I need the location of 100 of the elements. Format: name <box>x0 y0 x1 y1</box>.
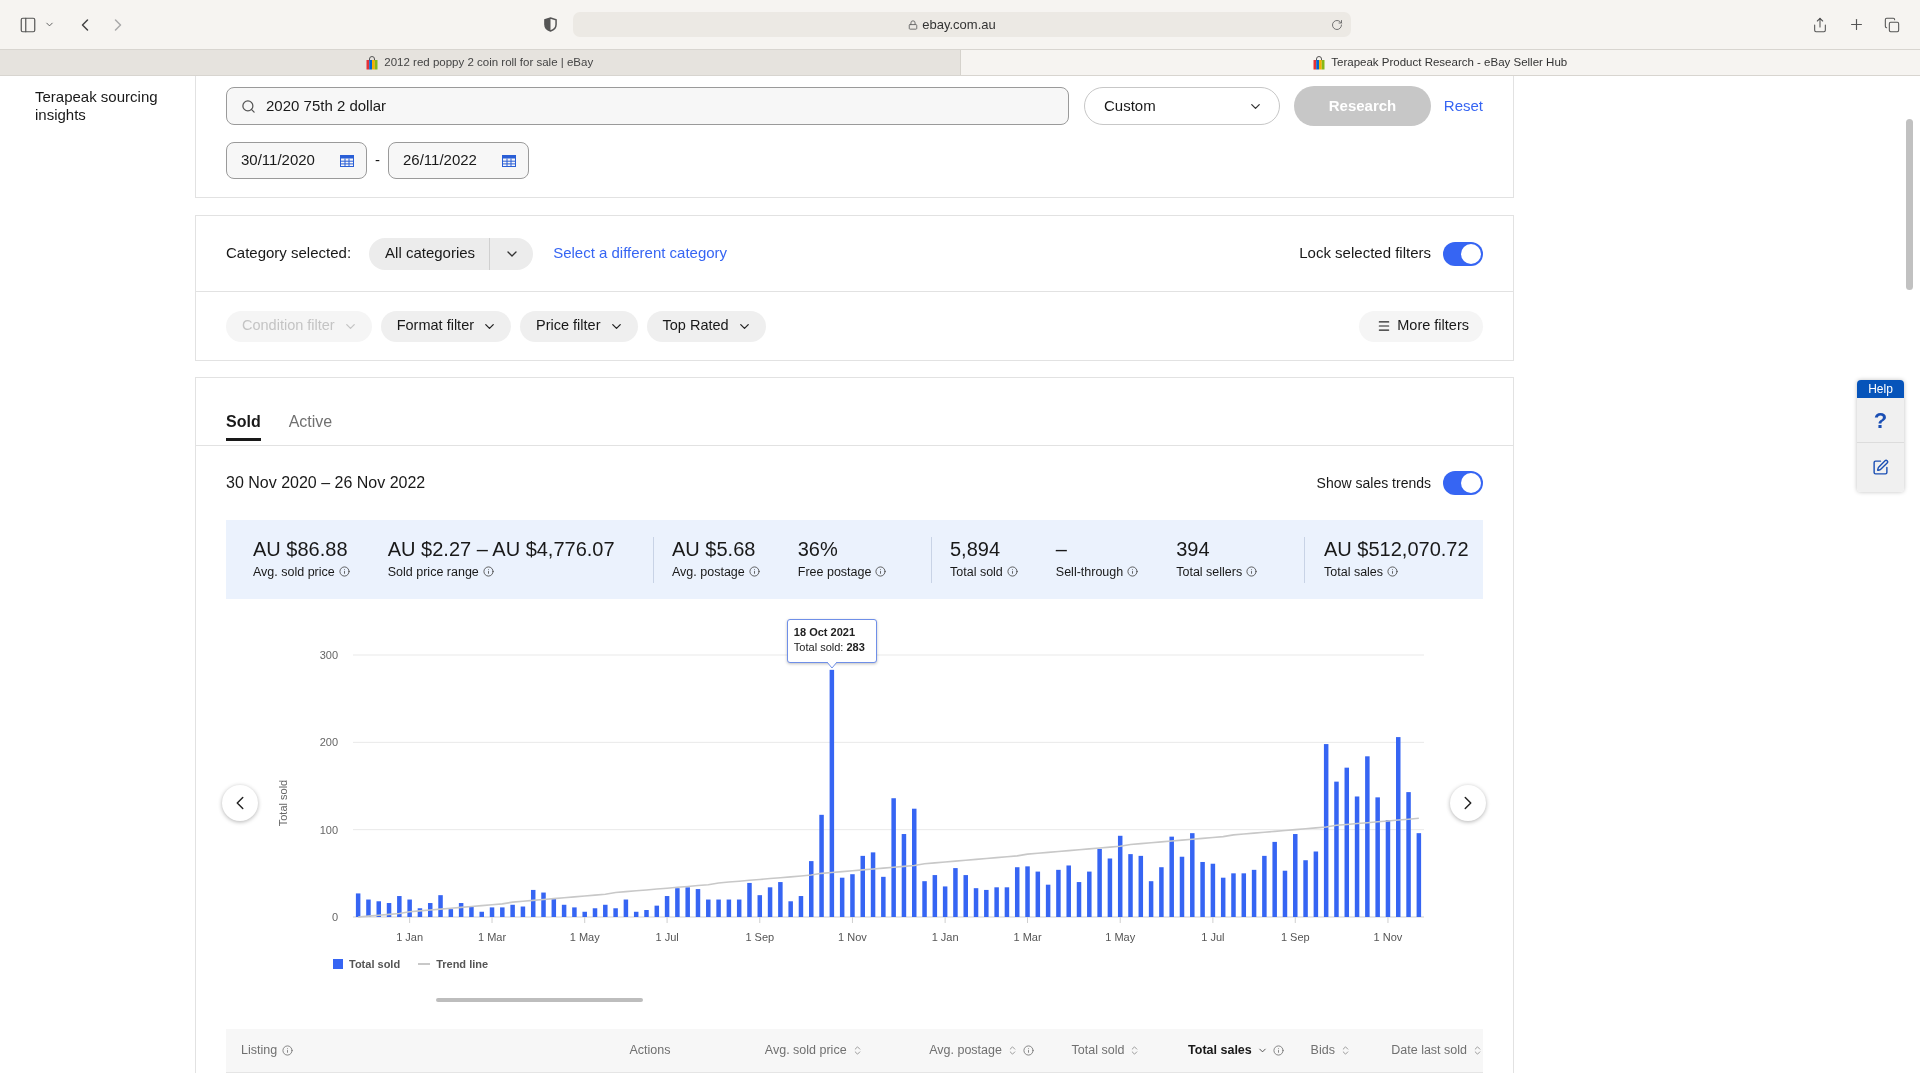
filter-dropdown[interactable]: Price filter <box>520 310 638 342</box>
help-button[interactable]: ? <box>1857 398 1904 443</box>
bar <box>572 907 577 917</box>
results-tab[interactable]: Sold <box>226 412 261 441</box>
bar <box>1045 884 1051 917</box>
category-dropdown[interactable]: All categories <box>369 237 534 270</box>
scrollbar-thumb[interactable] <box>1906 119 1913 290</box>
legend-label: Trend line <box>436 956 489 972</box>
stat-label: Total sellers <box>1176 563 1243 580</box>
bar <box>716 899 721 917</box>
column-header[interactable]: Date last sold <box>1391 1041 1483 1060</box>
legend-line-icon <box>418 963 431 965</box>
info-icon[interactable] <box>1272 1045 1284 1056</box>
bar <box>1097 848 1102 917</box>
info-icon[interactable] <box>748 566 760 577</box>
info-icon[interactable] <box>1387 566 1399 577</box>
axis-title: Total sold <box>277 779 289 827</box>
stat-value: 5,894 <box>950 536 1002 561</box>
chart-scrollbar[interactable] <box>436 998 643 1002</box>
search-field[interactable]: 2020 75th 2 dollar <box>226 87 1069 125</box>
column-header[interactable]: Bids <box>1310 1041 1351 1060</box>
axis-label: 200 <box>319 736 338 749</box>
bar <box>458 903 464 917</box>
bar <box>1200 862 1205 917</box>
sidebar-icon[interactable] <box>19 15 37 34</box>
column-header[interactable]: Total sales <box>1188 1041 1284 1060</box>
bar <box>664 896 670 917</box>
stat-label: Avg. postage <box>672 563 745 580</box>
axis-label: 100 <box>319 823 338 836</box>
stat-value: AU $2.27 – AU $4,776.07 <box>387 536 615 561</box>
stat-value: 36% <box>797 536 839 561</box>
calendar-icon[interactable] <box>340 154 354 167</box>
new-tab-icon[interactable] <box>1848 16 1865 33</box>
stat-label: Sell-through <box>1055 563 1124 580</box>
bar <box>1210 863 1216 917</box>
bar <box>603 904 608 917</box>
bar <box>654 905 660 917</box>
date-field[interactable]: 30/11/2020 <box>226 142 367 179</box>
reset-link[interactable]: Reset <box>1443 94 1483 118</box>
stat-value: – <box>1055 536 1068 561</box>
share-icon[interactable] <box>1812 16 1828 33</box>
axis-label: 1 Sep <box>745 931 775 943</box>
tabs-overview-icon[interactable] <box>1884 16 1900 33</box>
info-icon[interactable] <box>338 566 350 577</box>
address-bar[interactable]: ebay.com.au <box>573 12 1351 37</box>
sort-icon <box>1472 1045 1483 1056</box>
date-field[interactable]: 26/11/2022 <box>388 142 529 179</box>
browser-tab[interactable]: 2012 red poppy 2 coin roll for sale | eBay <box>0 50 961 75</box>
bar <box>675 888 680 917</box>
info-icon[interactable] <box>1246 566 1258 577</box>
toggle-switch[interactable] <box>1443 471 1483 495</box>
bar <box>428 903 433 917</box>
bar <box>994 887 999 917</box>
bar <box>1128 854 1133 917</box>
column-header[interactable]: Avg. sold price <box>764 1041 863 1060</box>
bar <box>376 901 381 917</box>
bar <box>613 908 618 917</box>
bar <box>1004 887 1010 917</box>
bar <box>500 907 505 917</box>
feedback-button[interactable] <box>1857 443 1904 492</box>
info-icon[interactable] <box>1127 566 1139 577</box>
column-header[interactable]: Avg. postage <box>929 1041 1034 1060</box>
toggle-switch[interactable] <box>1443 241 1483 266</box>
bar <box>1087 871 1092 917</box>
bar <box>469 906 474 917</box>
more-filters-button[interactable]: More filters <box>1359 310 1483 342</box>
info-icon[interactable] <box>282 1045 294 1056</box>
calendar-icon[interactable] <box>502 154 516 167</box>
bar <box>1076 882 1082 917</box>
browser-tab[interactable]: Terapeak Product Research - eBay Seller Hub <box>960 50 1920 75</box>
bar <box>1262 855 1267 917</box>
shopping-bag-icon <box>366 55 379 70</box>
tooltip-text: Total sold: 283 <box>793 639 866 655</box>
filter-dropdown[interactable]: Top Rated <box>646 310 766 342</box>
bar <box>984 889 989 917</box>
category-link[interactable]: Select a different category <box>553 242 728 265</box>
reload-icon[interactable] <box>1331 18 1343 31</box>
bar <box>942 886 948 917</box>
stat-value: AU $5.68 <box>672 536 757 561</box>
info-icon[interactable] <box>482 566 494 577</box>
bar <box>1066 865 1071 917</box>
date-range-dropdown[interactable]: Custom <box>1084 87 1280 125</box>
bar <box>438 895 443 917</box>
info-icon[interactable] <box>1022 1045 1034 1056</box>
column-header[interactable]: Total sold <box>1071 1041 1141 1060</box>
stat-value: 394 <box>1176 536 1211 561</box>
legend-swatch-icon <box>333 959 343 969</box>
bar <box>757 895 762 917</box>
filter-dropdown[interactable]: Format filter <box>380 310 512 342</box>
info-icon[interactable] <box>875 566 887 577</box>
toggle-label: Lock selected filters <box>1299 243 1431 264</box>
info-icon[interactable] <box>1006 566 1018 577</box>
shield-icon[interactable] <box>544 17 557 32</box>
url-text: ebay.com.au <box>922 15 996 34</box>
bar <box>839 877 845 917</box>
category-label: Category selected: <box>226 243 352 264</box>
bar <box>1148 881 1154 917</box>
bar <box>1282 870 1288 917</box>
help-tab[interactable]: Help <box>1857 380 1904 398</box>
results-tab[interactable]: Active <box>288 412 333 441</box>
